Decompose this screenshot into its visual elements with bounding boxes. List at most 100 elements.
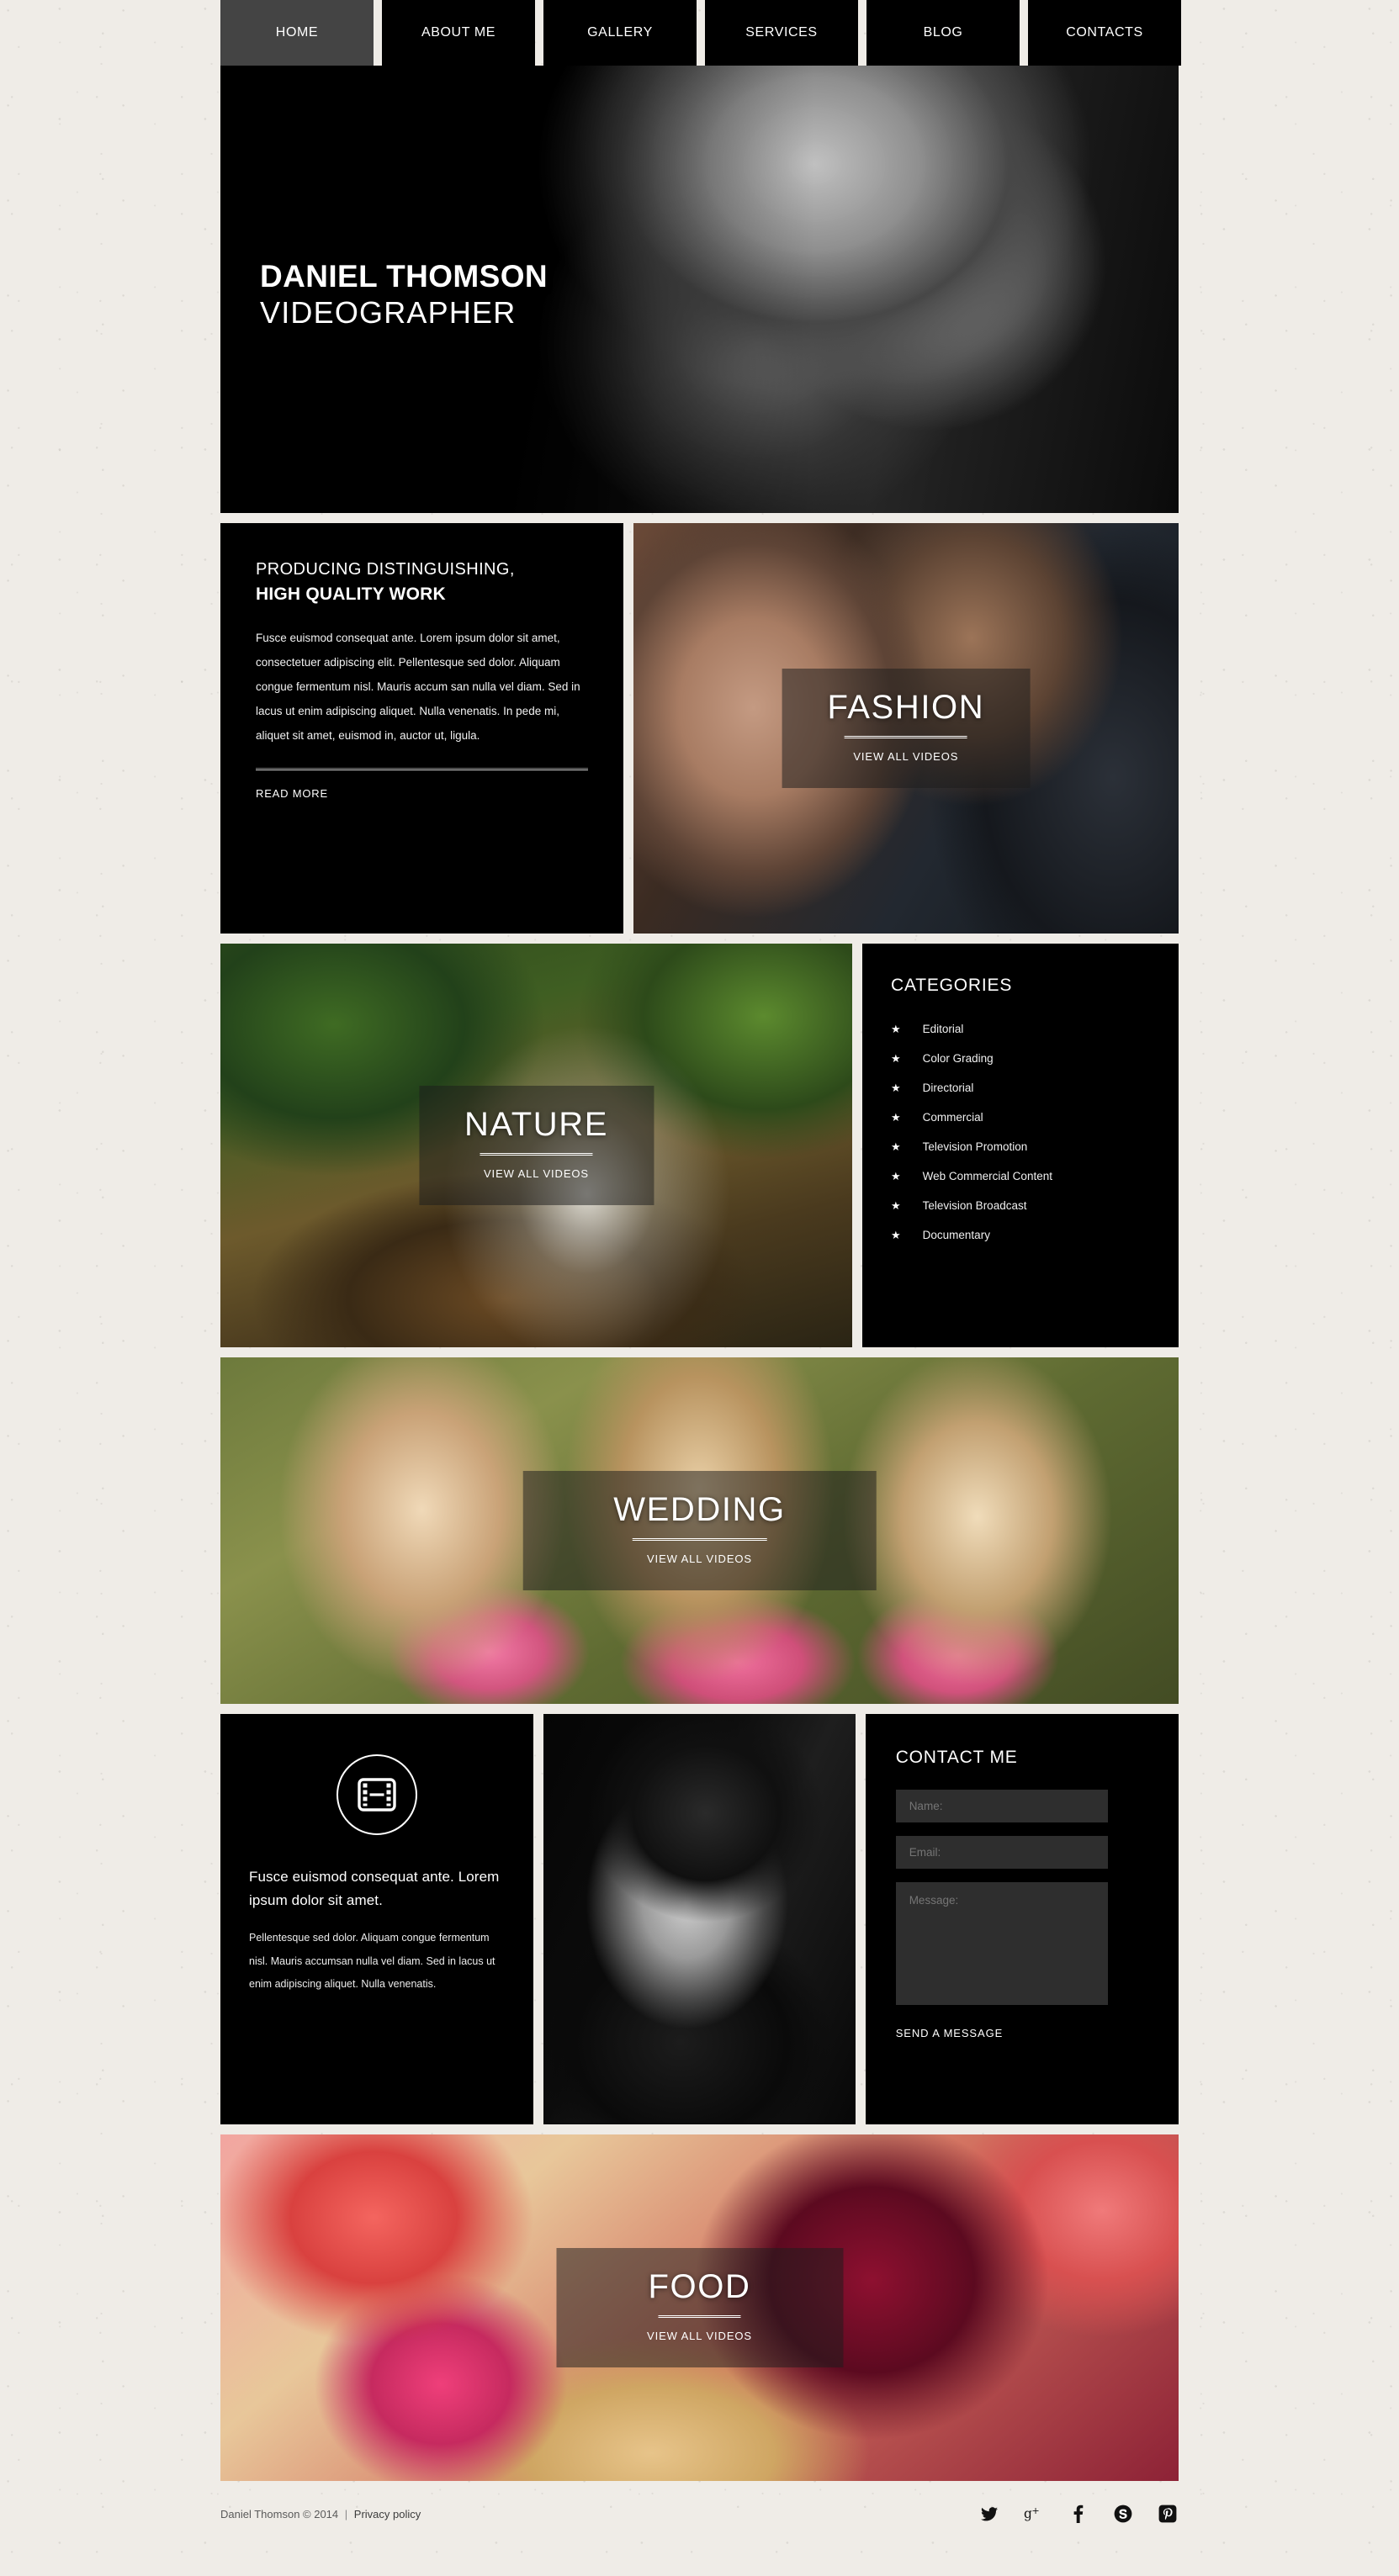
about-panel: PRODUCING DISTINGUISHING, HIGH QUALITY W… bbox=[220, 523, 623, 934]
svg-text:g: g bbox=[1024, 2506, 1032, 2521]
about-kicker: PRODUCING DISTINGUISHING, bbox=[256, 560, 515, 579]
wedding-divider bbox=[632, 1538, 767, 1541]
contact-panel: CONTACT ME SEND A MESSAGE bbox=[865, 1714, 1179, 2124]
food-view-all-link[interactable]: VIEW ALL VIDEOS bbox=[647, 2330, 752, 2342]
category-label: Editorial bbox=[922, 1023, 964, 1035]
star-icon: ★ bbox=[891, 1111, 901, 1124]
row-wedding: WEDDING VIEW ALL VIDEOS bbox=[220, 1357, 1179, 1704]
star-icon: ★ bbox=[891, 1199, 901, 1212]
category-label: Color Grading bbox=[922, 1052, 994, 1065]
twitter-icon[interactable] bbox=[978, 2503, 1000, 2525]
category-item-television-promotion[interactable]: ★ Television Promotion bbox=[891, 1132, 1150, 1161]
star-icon: ★ bbox=[891, 1170, 901, 1182]
footer-separator: | bbox=[344, 2507, 348, 2520]
category-item-color-grading[interactable]: ★ Color Grading bbox=[891, 1044, 1150, 1073]
category-item-editorial[interactable]: ★ Editorial bbox=[891, 1014, 1150, 1044]
wedding-title: WEDDING bbox=[613, 1491, 786, 1528]
contact-email-input[interactable] bbox=[895, 1836, 1108, 1869]
page-footer: Daniel Thomson © 2014 | Privacy policy g… bbox=[0, 2481, 1399, 2553]
nature-view-all-link[interactable]: VIEW ALL VIDEOS bbox=[464, 1167, 608, 1180]
nav-item-home[interactable]: HOME bbox=[220, 0, 374, 66]
nav-item-gallery[interactable]: GALLERY bbox=[543, 0, 697, 66]
nav-item-label: CONTACTS bbox=[1066, 25, 1143, 40]
facebook-icon[interactable] bbox=[1068, 2503, 1089, 2525]
portrait-image bbox=[543, 1714, 856, 2124]
nav-item-services[interactable]: SERVICES bbox=[705, 0, 858, 66]
hero-subtitle: VIDEOGRAPHER bbox=[260, 294, 517, 330]
category-label: Directorial bbox=[922, 1082, 974, 1094]
fashion-view-all-link[interactable]: VIEW ALL VIDEOS bbox=[827, 750, 984, 763]
pinterest-icon[interactable] bbox=[1157, 2503, 1179, 2525]
google-plus-icon[interactable]: g + bbox=[1023, 2503, 1045, 2525]
row-nature-categories: NATURE VIEW ALL VIDEOS CATEGORIES ★ Edit… bbox=[220, 944, 1179, 1347]
star-icon: ★ bbox=[891, 1229, 901, 1241]
star-icon: ★ bbox=[891, 1023, 901, 1035]
food-title: FOOD bbox=[648, 2268, 751, 2305]
hero-title: DANIEL THOMSON bbox=[260, 259, 548, 294]
tile-wedding[interactable]: WEDDING VIEW ALL VIDEOS bbox=[220, 1357, 1179, 1704]
nav-item-about-me[interactable]: ABOUT ME bbox=[382, 0, 535, 66]
category-label: Television Promotion bbox=[922, 1140, 1028, 1153]
info-lead-text: Fusce euismod consequat ante. Lorem ipsu… bbox=[249, 1869, 500, 1908]
category-item-documentary[interactable]: ★ Documentary bbox=[891, 1220, 1150, 1250]
category-label: Commercial bbox=[922, 1111, 983, 1124]
about-body-text: Fusce euismod consequat ante. Lorem ipsu… bbox=[256, 632, 580, 742]
star-icon: ★ bbox=[891, 1052, 901, 1065]
nav-item-label: ABOUT ME bbox=[421, 25, 496, 40]
wedding-overlay: WEDDING VIEW ALL VIDEOS bbox=[522, 1471, 877, 1590]
nav-item-blog[interactable]: BLOG bbox=[866, 0, 1020, 66]
skype-icon[interactable] bbox=[1112, 2503, 1134, 2525]
category-item-television-broadcast[interactable]: ★ Television Broadcast bbox=[891, 1191, 1150, 1220]
hero-banner: DANIEL THOMSON VIDEOGRAPHER bbox=[220, 66, 1179, 513]
info-body-text: Pellentesque sed dolor. Aliquam congue f… bbox=[249, 1932, 495, 1991]
page-root: HOME ABOUT ME GALLERY SERVICES BLOG CONT… bbox=[0, 0, 1399, 2553]
svg-text:+: + bbox=[1031, 2506, 1039, 2516]
star-icon: ★ bbox=[891, 1082, 901, 1094]
nature-title: NATURE bbox=[464, 1106, 609, 1143]
footer-copyright-group: Daniel Thomson © 2014 | Privacy policy bbox=[220, 2508, 421, 2520]
tile-nature[interactable]: NATURE VIEW ALL VIDEOS bbox=[220, 944, 852, 1347]
footer-copyright: Daniel Thomson © 2014 bbox=[220, 2507, 339, 2520]
content-wrapper: DANIEL THOMSON VIDEOGRAPHER PRODUCING DI… bbox=[0, 66, 1399, 2481]
fashion-divider bbox=[844, 736, 967, 738]
fashion-title: FASHION bbox=[827, 689, 985, 726]
nav-item-label: BLOG bbox=[923, 25, 963, 40]
nav-item-contacts[interactable]: CONTACTS bbox=[1028, 0, 1181, 66]
contact-message-input[interactable] bbox=[895, 1882, 1108, 2005]
category-item-web-commercial-content[interactable]: ★ Web Commercial Content bbox=[891, 1161, 1150, 1191]
privacy-policy-link[interactable]: Privacy policy bbox=[354, 2508, 421, 2520]
category-label: Web Commercial Content bbox=[922, 1170, 1052, 1182]
main-navigation: HOME ABOUT ME GALLERY SERVICES BLOG CONT… bbox=[0, 0, 1399, 66]
about-divider bbox=[256, 768, 588, 771]
tile-food[interactable]: FOOD VIEW ALL VIDEOS bbox=[220, 2134, 1179, 2481]
fashion-overlay: FASHION VIEW ALL VIDEOS bbox=[782, 669, 1031, 788]
tile-fashion[interactable]: FASHION VIEW ALL VIDEOS bbox=[633, 523, 1179, 934]
about-heading: HIGH QUALITY WORK bbox=[256, 584, 446, 604]
read-more-link[interactable]: READ MORE bbox=[256, 787, 328, 800]
star-icon: ★ bbox=[891, 1140, 901, 1153]
nav-item-label: SERVICES bbox=[745, 25, 818, 40]
wedding-view-all-link[interactable]: VIEW ALL VIDEOS bbox=[613, 1552, 786, 1565]
category-label: Documentary bbox=[922, 1229, 990, 1241]
nav-item-label: HOME bbox=[275, 25, 319, 40]
hero-text-group: DANIEL THOMSON VIDEOGRAPHER bbox=[260, 259, 548, 330]
category-label: Television Broadcast bbox=[922, 1199, 1027, 1212]
category-item-directorial[interactable]: ★ Directorial bbox=[891, 1073, 1150, 1103]
nature-divider bbox=[480, 1153, 593, 1156]
contact-title: CONTACT ME bbox=[895, 1748, 1018, 1767]
social-links: g + bbox=[978, 2503, 1179, 2525]
row-about-fashion: PRODUCING DISTINGUISHING, HIGH QUALITY W… bbox=[220, 523, 1179, 934]
food-overlay: FOOD VIEW ALL VIDEOS bbox=[555, 2248, 844, 2367]
categories-title: CATEGORIES bbox=[891, 976, 1013, 995]
info-panel: Fusce euismod consequat ante. Lorem ipsu… bbox=[220, 1714, 534, 2124]
row-food: FOOD VIEW ALL VIDEOS bbox=[220, 2134, 1179, 2481]
film-strip-icon bbox=[337, 1754, 418, 1835]
category-item-commercial[interactable]: ★ Commercial bbox=[891, 1103, 1150, 1132]
food-divider bbox=[658, 2315, 741, 2318]
send-message-button[interactable]: SEND A MESSAGE bbox=[896, 2027, 1003, 2039]
row-info-contact: Fusce euismod consequat ante. Lorem ipsu… bbox=[220, 1714, 1179, 2124]
nav-item-label: GALLERY bbox=[587, 25, 653, 40]
categories-panel: CATEGORIES ★ Editorial ★ Color Grading ★… bbox=[862, 944, 1179, 1347]
nature-overlay: NATURE VIEW ALL VIDEOS bbox=[418, 1086, 654, 1205]
contact-name-input[interactable] bbox=[895, 1790, 1108, 1822]
